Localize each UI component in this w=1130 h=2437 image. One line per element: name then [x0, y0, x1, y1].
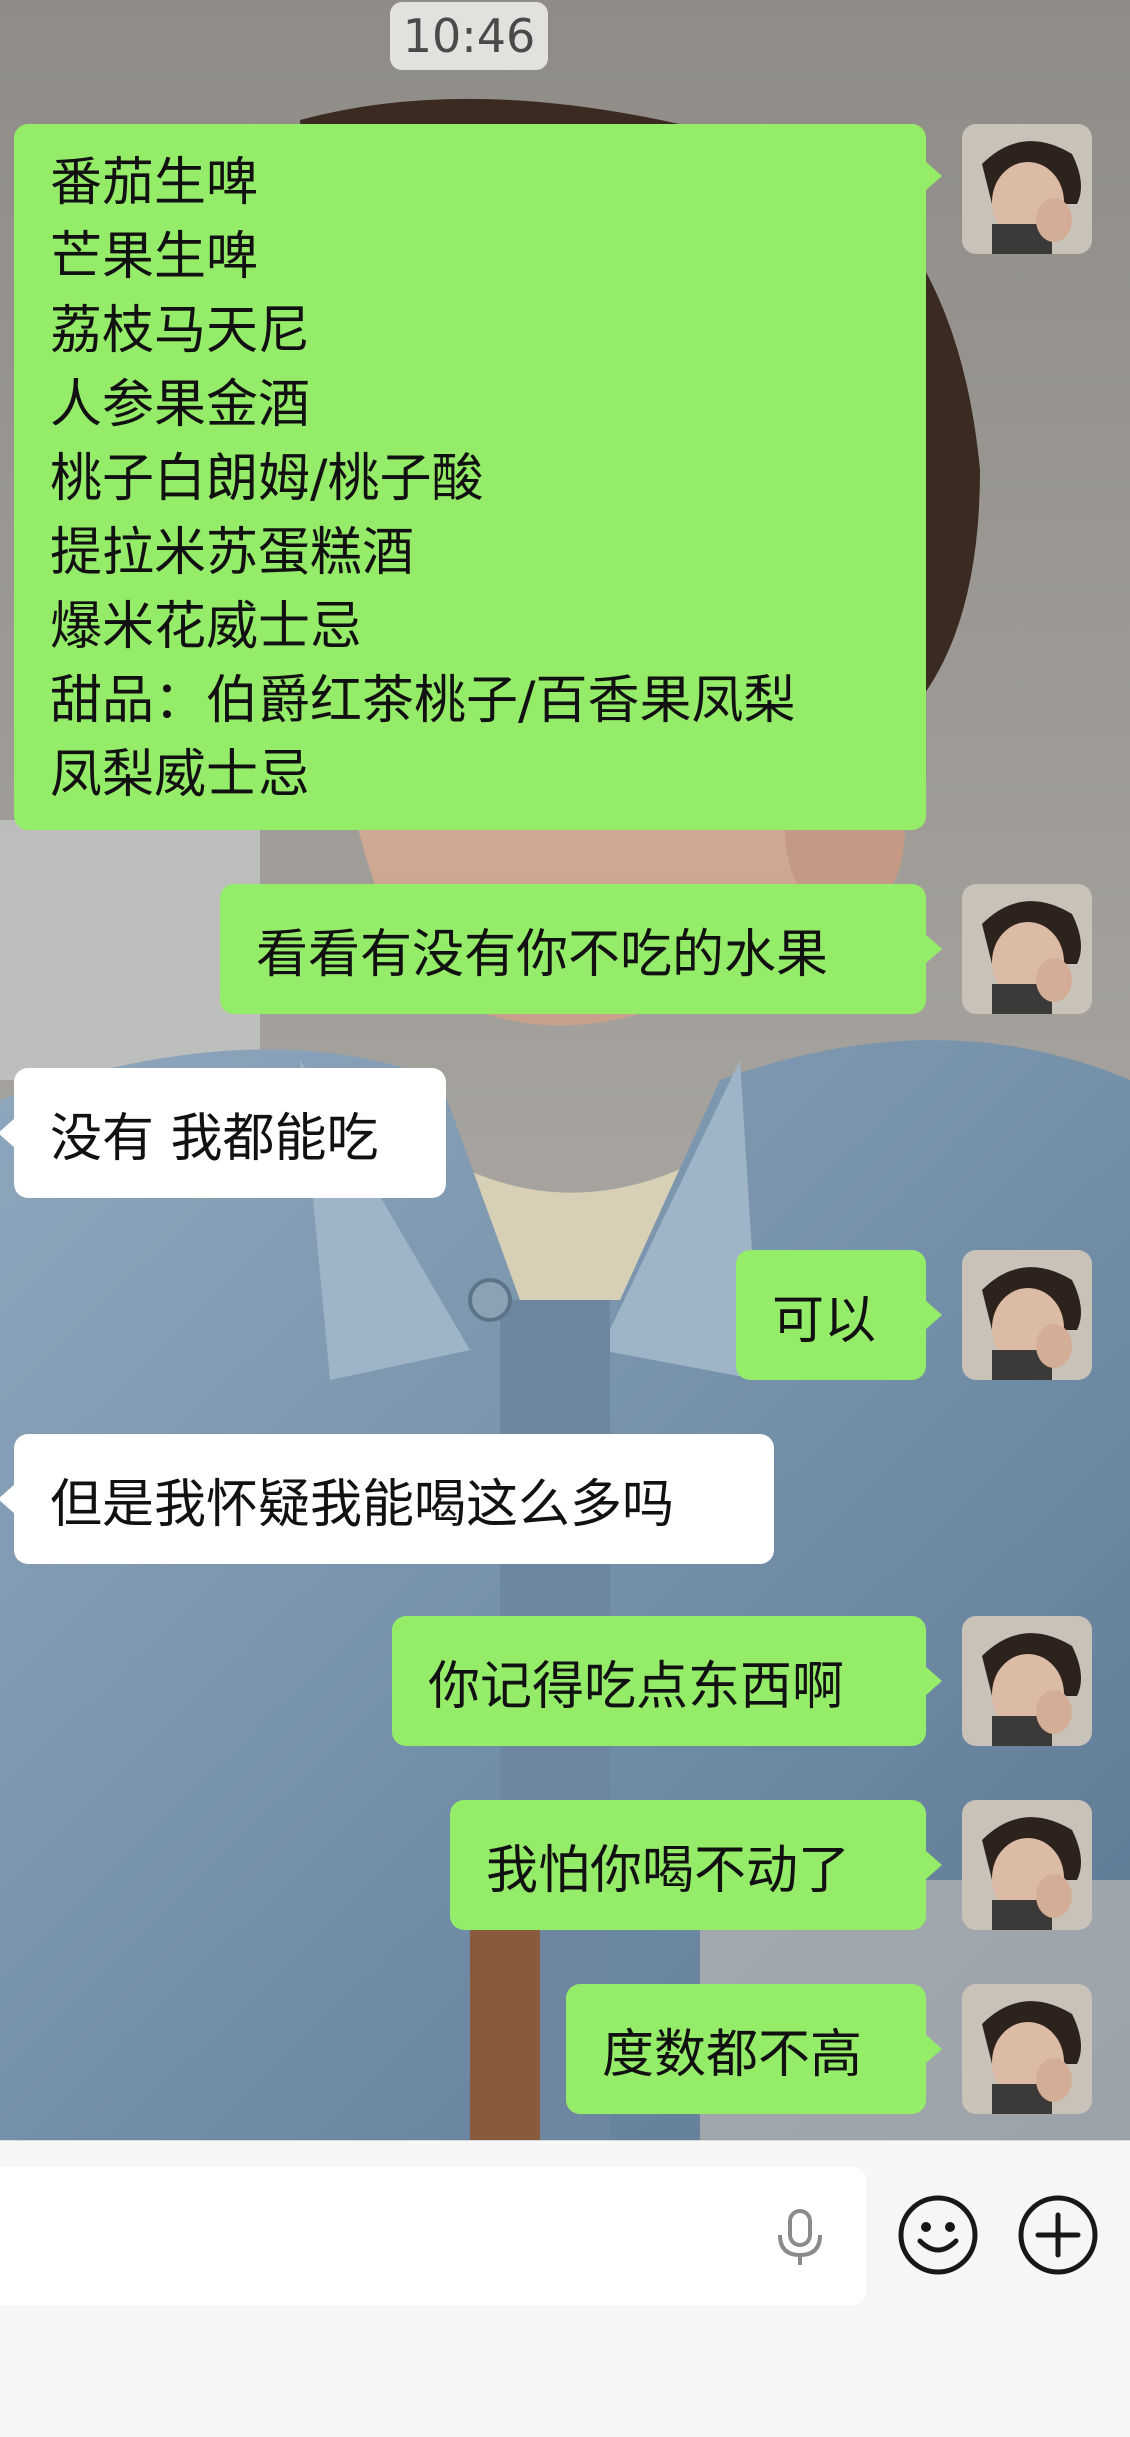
- menu-item: 芒果生啤: [50, 227, 259, 287]
- user-avatar[interactable]: [962, 1616, 1092, 1746]
- user-avatar[interactable]: [962, 1800, 1092, 1930]
- message-text: 你记得吃点东西啊: [428, 1656, 845, 1717]
- message-text: 看看有没有你不吃的水果: [256, 924, 829, 985]
- user-avatar[interactable]: [962, 124, 1092, 254]
- message-bubble-sent[interactable]: 我怕你喝不动了: [450, 1800, 942, 1930]
- message-bubble-sent[interactable]: 看看有没有你不吃的水果: [220, 884, 942, 1014]
- menu-item: 凤梨威士忌: [50, 745, 311, 805]
- user-avatar[interactable]: [962, 1984, 1092, 2114]
- message-timestamp: 10:46: [390, 2, 548, 70]
- smiley-icon[interactable]: [896, 2193, 980, 2277]
- menu-item: 甜品：伯爵红茶桃子/百香果凤梨: [50, 671, 796, 731]
- message-bubble-received[interactable]: 没有 我都能吃: [0, 1068, 446, 1198]
- message-text: 但是我怀疑我能喝这么多吗: [50, 1474, 675, 1535]
- mic-icon[interactable]: [772, 2207, 828, 2267]
- message-bubble-sent[interactable]: 你记得吃点东西啊: [392, 1616, 942, 1746]
- message-text: 度数都不高: [602, 2024, 863, 2085]
- plus-circle-icon[interactable]: [1016, 2193, 1100, 2277]
- message-bubble-sent[interactable]: 可以: [736, 1250, 942, 1380]
- menu-item: 人参果金酒: [50, 375, 311, 435]
- message-text: 没有 我都能吃: [50, 1108, 379, 1169]
- menu-item: 荔枝马天尼: [50, 301, 311, 361]
- user-avatar[interactable]: [962, 884, 1092, 1014]
- user-avatar[interactable]: [962, 1250, 1092, 1380]
- message-bubble-menu[interactable]: 番茄生啤 芒果生啤 荔枝马天尼 人参果金酒 桃子白朗姆/桃子酸 提拉米苏蛋糕酒 …: [14, 124, 942, 830]
- menu-item: 爆米花威士忌: [50, 597, 363, 657]
- message-text: 我怕你喝不动了: [486, 1840, 851, 1901]
- menu-item: 提拉米苏蛋糕酒: [50, 523, 415, 583]
- message-text: 可以: [772, 1290, 877, 1351]
- menu-item: 番茄生啤: [50, 153, 259, 213]
- message-input[interactable]: [0, 2167, 866, 2305]
- chat-input-bar: [0, 2140, 1130, 2437]
- message-bubble-sent[interactable]: 度数都不高: [566, 1984, 942, 2114]
- menu-item: 桃子白朗姆/桃子酸: [50, 449, 484, 509]
- message-bubble-received[interactable]: 但是我怀疑我能喝这么多吗: [0, 1434, 774, 1564]
